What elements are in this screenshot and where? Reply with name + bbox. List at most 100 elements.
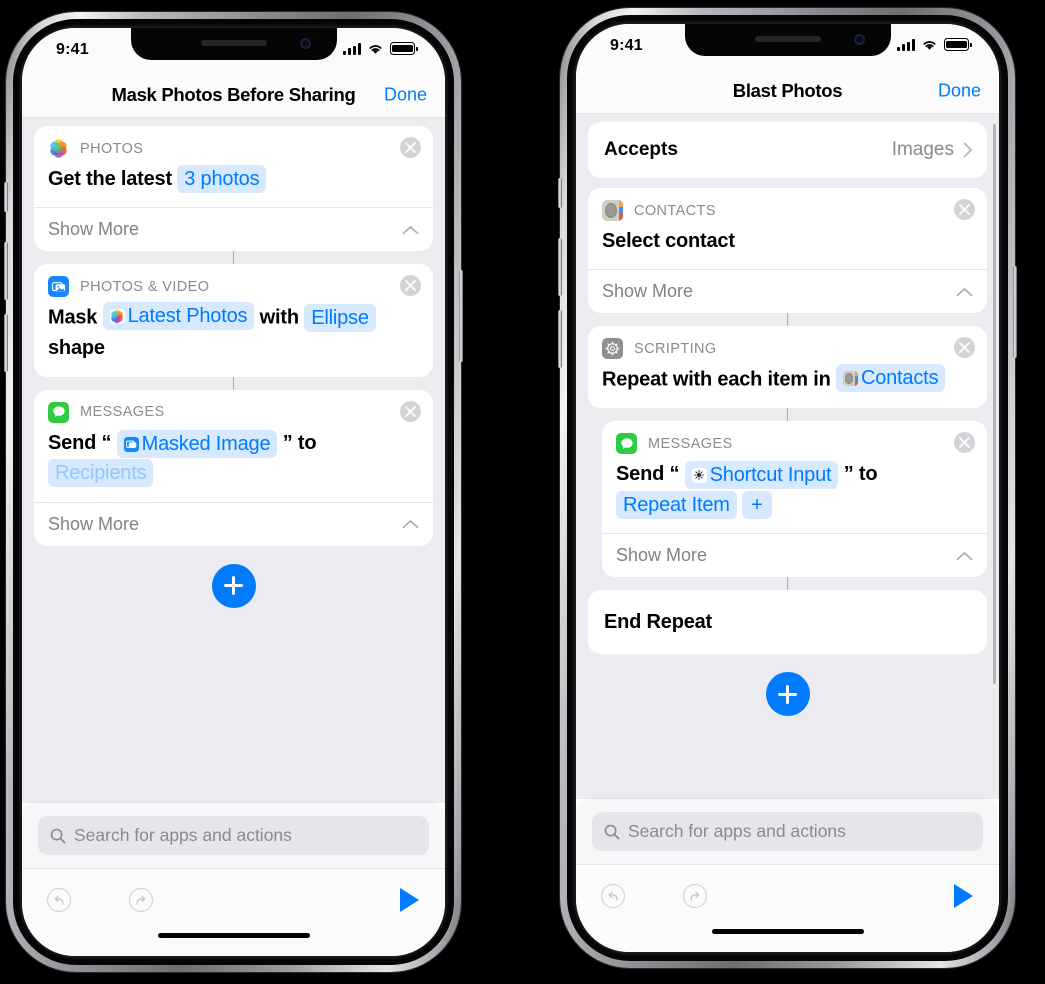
shortcut-actions-list[interactable]: PHOTOS Get the latest 3 photos Show More: [22, 118, 445, 803]
chevron-up-icon: [956, 287, 973, 296]
search-shelf: Search for apps and actions: [576, 799, 999, 864]
show-more-row[interactable]: Show More: [588, 269, 987, 313]
volume-up-button[interactable]: [4, 242, 8, 300]
photos-and-video-icon: [123, 436, 139, 452]
undo-icon[interactable]: [600, 883, 626, 909]
show-more-label: Show More: [48, 513, 140, 534]
action-card-end-repeat[interactable]: End Repeat: [588, 590, 987, 655]
search-placeholder: Search for apps and actions: [74, 825, 292, 845]
battery-full-icon: [390, 42, 418, 55]
photos-app-icon: [48, 138, 69, 159]
parameter-token-latest-photos[interactable]: Latest Photos: [102, 302, 255, 331]
screen-right: 9:41 Blast Photos Done Accepts Images CO…: [576, 24, 999, 952]
play-icon[interactable]: [954, 883, 973, 908]
action-text: Select contact: [588, 224, 987, 269]
show-more-label: Show More: [602, 281, 694, 302]
accepts-value: Images: [891, 139, 954, 160]
accepts-value-group[interactable]: Images: [892, 139, 973, 161]
card-category-label: PHOTOS & VIDEO: [80, 278, 210, 295]
action-card-messages-nested[interactable]: MESSAGES Send “ Shortcut Input ” to Repe…: [602, 421, 987, 578]
shortcut-actions-list[interactable]: Accepts Images CONTACTS Select contact S…: [576, 114, 999, 799]
close-circle-icon[interactable]: [954, 199, 975, 220]
add-parameter-button[interactable]: +: [742, 490, 772, 519]
bottom-bars: Search for apps and actions: [22, 803, 445, 956]
action-card-photos[interactable]: PHOTOS Get the latest 3 photos Show More: [34, 126, 433, 252]
parameter-token-shortcut-input[interactable]: Shortcut Input: [684, 461, 839, 490]
card-category-label: CONTACTS: [634, 202, 716, 219]
action-text-part: shape: [48, 337, 105, 360]
silent-switch[interactable]: [4, 182, 8, 212]
volume-down-button[interactable]: [4, 314, 8, 372]
accepts-card[interactable]: Accepts Images: [588, 122, 987, 178]
card-category-label: SCRIPTING: [634, 340, 717, 357]
parameter-token-masked-image[interactable]: Masked Image: [116, 430, 278, 459]
action-card-messages[interactable]: MESSAGES Send “ Masked Image ” to Recipi…: [34, 389, 433, 546]
power-button[interactable]: [459, 270, 463, 362]
show-more-row[interactable]: Show More: [602, 533, 987, 577]
battery-full-icon: [944, 38, 972, 51]
screen-left: 9:41 Mask Photos Before Sharing Done PHO…: [22, 28, 445, 956]
card-category-label: MESSAGES: [648, 435, 733, 452]
action-text-part: Get the latest: [48, 168, 172, 190]
redo-icon[interactable]: [128, 887, 154, 913]
parameter-token-photo-count[interactable]: 3 photos: [177, 165, 267, 193]
card-category-label: PHOTOS: [80, 140, 144, 157]
done-button[interactable]: Done: [938, 80, 981, 101]
bottom-bars: Search for apps and actions: [576, 799, 999, 952]
parameter-token-repeat-item[interactable]: Repeat Item: [616, 490, 737, 519]
show-more-row[interactable]: Show More: [34, 207, 433, 251]
close-circle-icon[interactable]: [954, 337, 975, 359]
status-time: 9:41: [610, 37, 643, 54]
card-connector: [786, 577, 789, 591]
parameter-token-contacts[interactable]: Contacts: [835, 364, 946, 393]
search-input[interactable]: Search for apps and actions: [38, 816, 429, 855]
chevron-right-icon: [963, 142, 973, 158]
earpiece-speaker: [200, 40, 267, 46]
page-title: Mask Photos Before Sharing: [111, 83, 356, 105]
messages-app-icon: [616, 433, 637, 455]
scripting-icon: [602, 338, 623, 360]
show-more-label: Show More: [616, 545, 708, 566]
action-text-part: Repeat with each item in: [602, 368, 831, 391]
show-more-row[interactable]: Show More: [34, 501, 433, 546]
play-icon[interactable]: [400, 887, 419, 912]
volume-up-button[interactable]: [558, 238, 562, 296]
volume-down-button[interactable]: [558, 310, 562, 368]
add-action-button[interactable]: [211, 563, 256, 608]
accepts-label: Accepts: [604, 139, 678, 160]
silent-switch[interactable]: [558, 178, 562, 208]
parameter-token-shape[interactable]: Ellipse: [304, 303, 376, 332]
notch: [130, 28, 337, 60]
undo-icon[interactable]: [46, 887, 72, 913]
parameter-token-recipients[interactable]: Recipients: [48, 459, 154, 488]
action-text-part: ” to: [843, 463, 878, 486]
close-circle-icon[interactable]: [400, 400, 421, 422]
close-circle-icon[interactable]: [400, 275, 421, 297]
close-circle-icon[interactable]: [400, 137, 421, 158]
action-text-part: Select contact: [602, 230, 735, 252]
search-input[interactable]: Search for apps and actions: [592, 812, 983, 851]
action-card-scripting[interactable]: SCRIPTING Repeat with each item in Conta…: [588, 326, 987, 409]
show-more-label: Show More: [48, 219, 140, 240]
nav-bar: Mask Photos Before Sharing Done: [22, 72, 445, 118]
action-card-contacts[interactable]: CONTACTS Select contact Show More: [588, 188, 987, 314]
editor-toolbar: [576, 864, 999, 926]
wifi-icon: [923, 41, 936, 50]
photos-app-icon: [109, 308, 125, 324]
messages-app-icon: [48, 401, 69, 423]
add-action-button[interactable]: [765, 672, 810, 717]
action-text: End Repeat: [588, 590, 987, 654]
action-text-part: Mask: [48, 306, 98, 329]
action-card-photos-video[interactable]: PHOTOS & VIDEO Mask Latest Photos with E…: [34, 264, 433, 377]
search-icon: [604, 824, 620, 839]
power-button[interactable]: [1013, 266, 1017, 358]
redo-icon[interactable]: [682, 883, 708, 909]
action-text: Get the latest 3 photos: [34, 162, 433, 207]
cellular-bars-icon: [897, 38, 915, 51]
action-text: Send “ Masked Image ” to Recipients: [34, 426, 433, 502]
notch: [684, 24, 891, 56]
card-connector: [232, 376, 235, 390]
close-circle-icon[interactable]: [954, 432, 975, 454]
done-button[interactable]: Done: [384, 84, 427, 105]
iphone-right: 9:41 Blast Photos Done Accepts Images CO…: [558, 8, 1017, 968]
